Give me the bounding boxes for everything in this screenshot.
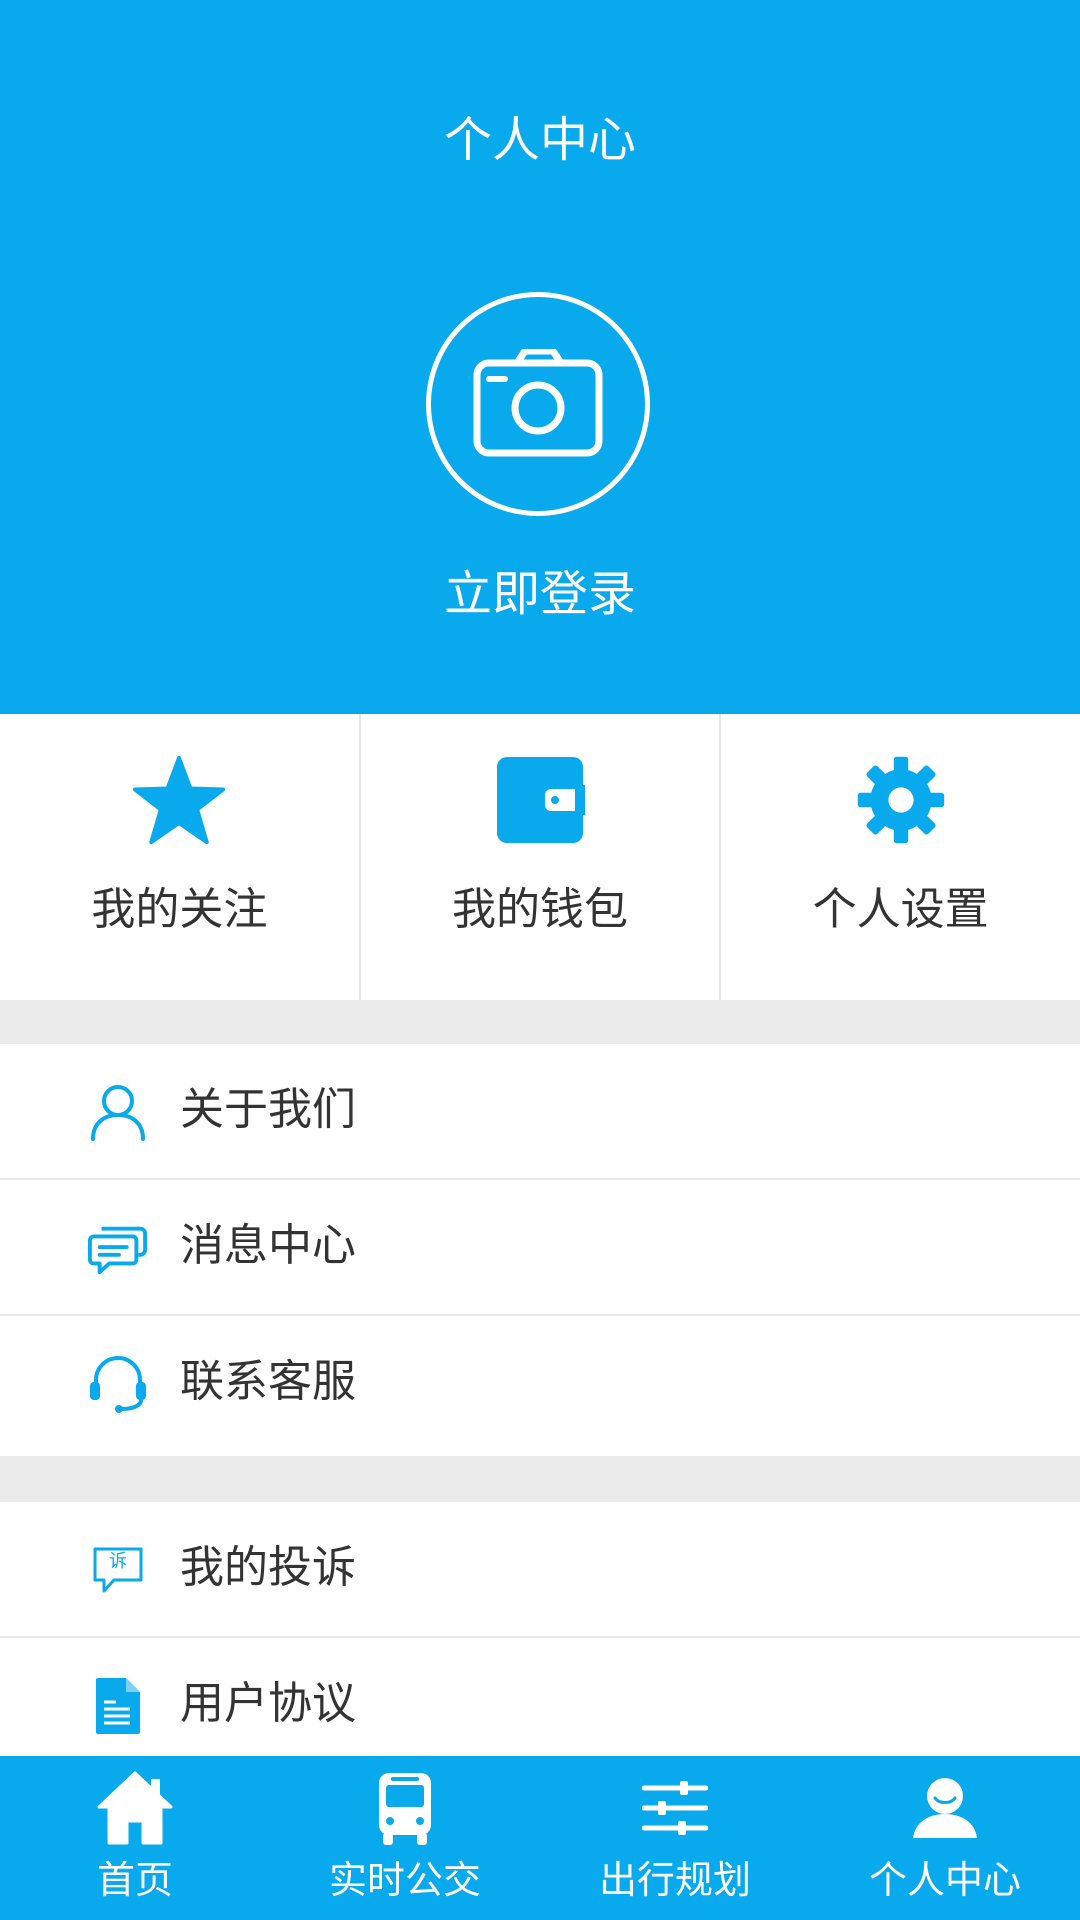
camera-icon — [473, 349, 603, 457]
headset-icon — [90, 1356, 146, 1413]
document-icon — [96, 1678, 140, 1734]
menu-item-user-agreement[interactable]: 用户协议 — [0, 1638, 1080, 1774]
quick-label: 我的关注 — [91, 884, 268, 935]
complaint-icon: 诉 — [92, 1546, 144, 1594]
menu-label: 关于我们 — [180, 1084, 356, 1135]
home-icon — [97, 1771, 173, 1845]
menu-label: 用户协议 — [180, 1678, 356, 1729]
gear-icon — [857, 756, 944, 844]
menu-label: 联系客服 — [180, 1356, 356, 1407]
person-icon — [913, 1778, 977, 1838]
menu-label: 我的投诉 — [180, 1542, 356, 1593]
user-icon — [91, 1085, 145, 1141]
tab-trip-planning[interactable]: 出行规划 — [540, 1756, 810, 1920]
section-gap — [0, 1456, 1080, 1502]
complaint-icon-text: 诉 — [109, 1551, 127, 1572]
bus-icon — [379, 1773, 431, 1845]
profile-header: 个人中心 立即登录 — [0, 0, 1080, 714]
section-gap — [0, 1000, 1080, 1044]
tab-label: 首页 — [96, 1858, 173, 1902]
menu-item-about[interactable]: 关于我们 — [0, 1044, 1080, 1180]
quick-item-wallet[interactable]: 我的钱包 — [361, 714, 722, 1000]
avatar-upload-button[interactable] — [426, 292, 650, 516]
login-link[interactable]: 立即登录 — [0, 558, 1080, 630]
wallet-icon — [497, 757, 585, 843]
menu-item-complaints[interactable]: 诉 我的投诉 — [0, 1502, 1080, 1638]
quick-label: 个人设置 — [812, 884, 989, 935]
quick-label: 我的钱包 — [452, 884, 628, 935]
tab-label: 个人中心 — [868, 1858, 1021, 1902]
tab-home[interactable]: 首页 — [0, 1756, 270, 1920]
chat-icon — [88, 1226, 148, 1275]
quick-item-settings[interactable]: 个人设置 — [721, 714, 1080, 1000]
quick-actions: 我的关注 我的钱包 个人设置 — [0, 714, 1080, 1000]
tab-realtime-bus[interactable]: 实时公交 — [270, 1756, 540, 1920]
tab-profile[interactable]: 个人中心 — [810, 1756, 1080, 1920]
star-icon — [133, 755, 226, 845]
page-title: 个人中心 — [443, 112, 636, 168]
tab-label: 出行规划 — [598, 1858, 751, 1902]
menu-item-customer-service[interactable]: 联系客服 — [0, 1316, 1080, 1452]
tab-label: 实时公交 — [328, 1858, 481, 1902]
sliders-icon — [642, 1781, 708, 1835]
bottom-tab-bar: 首页 实时公交 出行规划 个人中心 — [0, 1756, 1080, 1920]
menu-item-messages[interactable]: 消息中心 — [0, 1180, 1080, 1316]
menu-label: 消息中心 — [180, 1220, 356, 1271]
quick-item-follow[interactable]: 我的关注 — [0, 714, 361, 1000]
